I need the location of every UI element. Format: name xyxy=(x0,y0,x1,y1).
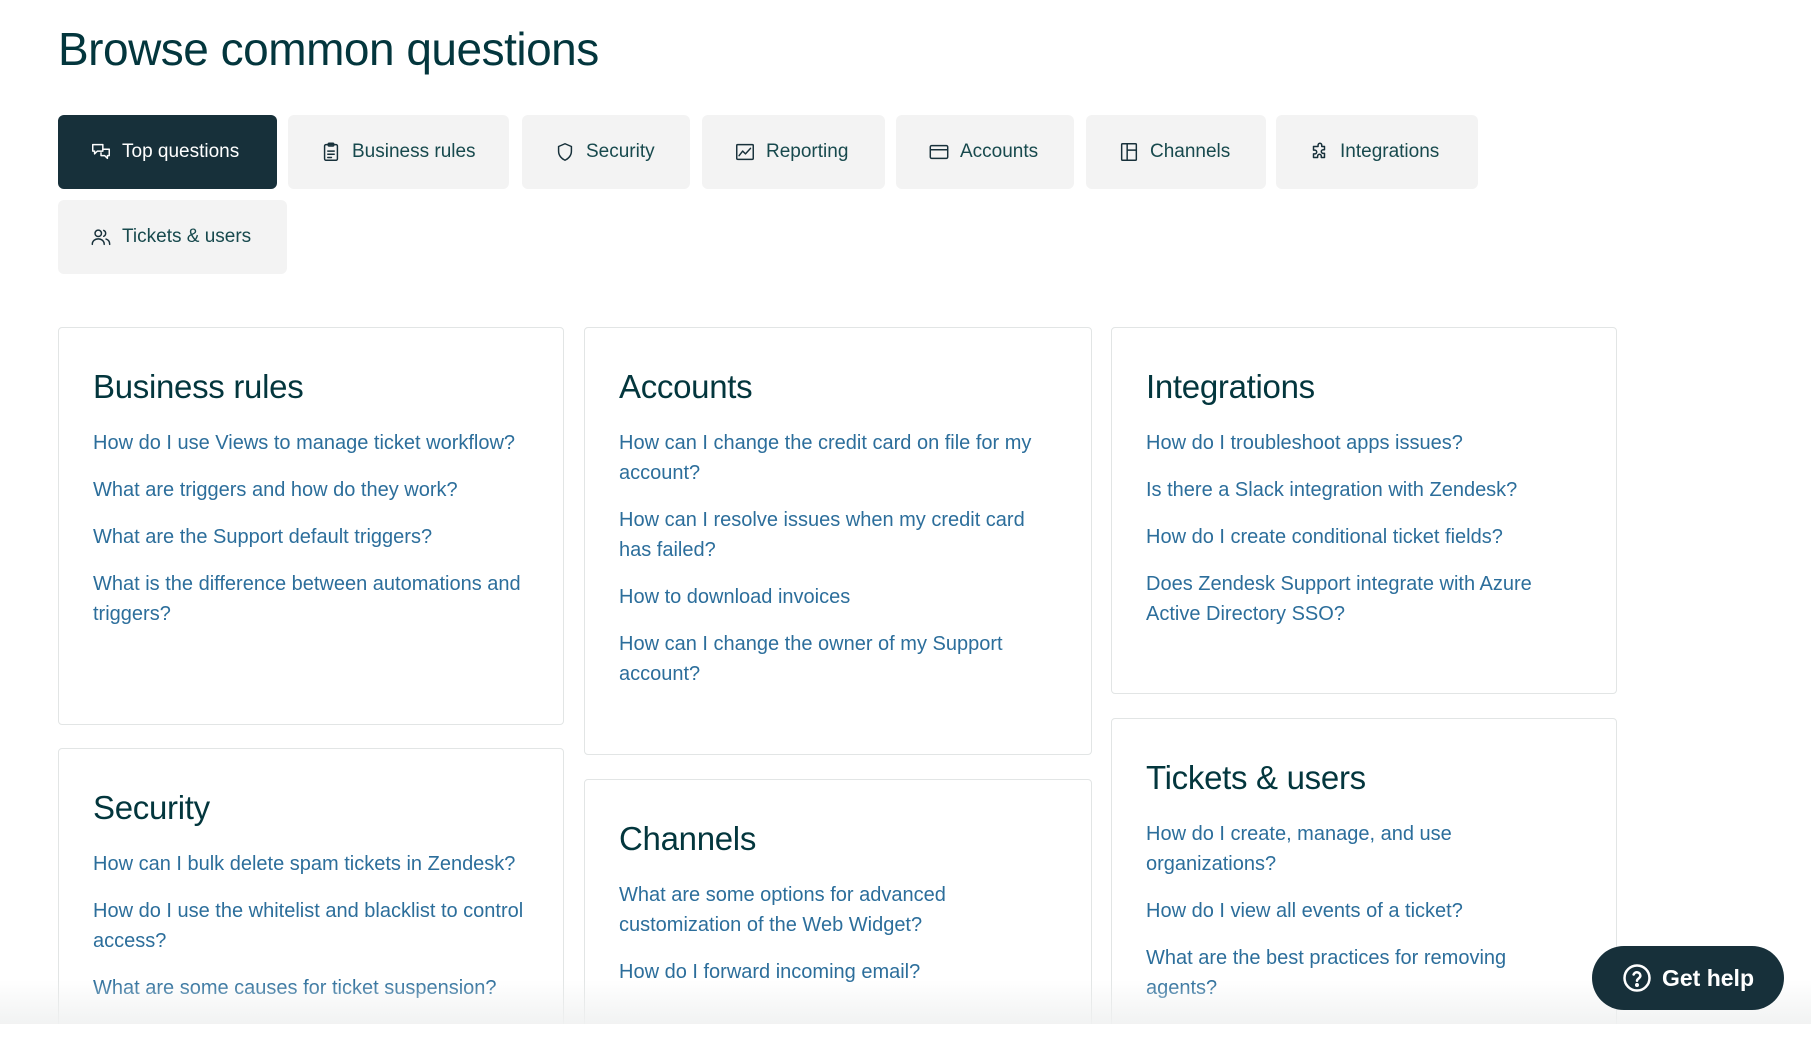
question-link[interactable]: How can I change the owner of my Support… xyxy=(619,633,1003,685)
tab-reporting[interactable]: Reporting xyxy=(702,115,885,189)
users-icon xyxy=(91,229,111,246)
list-item: How do I use Views to manage ticket work… xyxy=(93,428,529,458)
get-help-label: Get help xyxy=(1661,964,1754,991)
question-link[interactable]: How can I change the credit card on file… xyxy=(619,432,1031,484)
tab-integrations[interactable]: Integrations xyxy=(1276,115,1478,189)
question-link[interactable]: Is there a Slack integration with Zendes… xyxy=(1146,479,1517,501)
list-item: How do I create, manage, and use organiz… xyxy=(1146,819,1582,879)
viewport: Browse common questions Top questions Bu… xyxy=(0,0,1811,1024)
list-item: How can I change the credit card on file… xyxy=(619,428,1057,488)
question-link[interactable]: How do I use Views to manage ticket work… xyxy=(93,432,515,454)
tab-tickets-users[interactable]: Tickets & users xyxy=(58,200,287,274)
question-link[interactable]: How can I bulk delete spam tickets in Ze… xyxy=(93,853,515,875)
list-item: What are some options for advanced custo… xyxy=(619,880,1057,940)
list-item: Does Zendesk Support integrate with Azur… xyxy=(1146,569,1582,629)
list-item: What are some causes for ticket suspensi… xyxy=(93,973,529,1003)
question-link[interactable]: How do I create conditional ticket field… xyxy=(1146,526,1503,548)
tab-accounts[interactable]: Accounts xyxy=(896,115,1074,189)
list-item: What are the best practices for removing… xyxy=(1146,943,1582,1003)
question-link[interactable]: What are triggers and how do they work? xyxy=(93,479,458,501)
question-link[interactable]: How do I troubleshoot apps issues? xyxy=(1146,432,1463,454)
list-item: Is there a Slack integration with Zendes… xyxy=(1146,475,1582,505)
shield-icon xyxy=(557,143,573,161)
list-item: How do I create conditional ticket field… xyxy=(1146,522,1582,552)
chart-icon xyxy=(736,143,754,161)
card-title: Channels xyxy=(619,820,757,857)
list-item: What is the difference between automatio… xyxy=(93,569,529,629)
card-tickets-users: Tickets & users How do I create, manage,… xyxy=(1111,718,1617,1024)
tab-label: Business rules xyxy=(352,141,476,162)
tab-business-rules[interactable]: Business rules xyxy=(288,115,509,189)
credit-card-icon xyxy=(929,144,949,160)
list-item: How do I view all events of a ticket? xyxy=(1146,896,1582,926)
tab-label: Reporting xyxy=(766,141,849,162)
card-business-rules: Business rules How do I use Views to man… xyxy=(58,327,564,725)
list-item: How can I bulk delete spam tickets in Ze… xyxy=(93,849,529,879)
below-viewport xyxy=(0,1024,1811,1055)
card-title: Accounts xyxy=(619,368,753,405)
card-title: Integrations xyxy=(1146,368,1315,405)
card-title: Business rules xyxy=(93,368,304,405)
tab-label: Security xyxy=(586,141,655,162)
list-item: How to download invoices xyxy=(619,582,1057,612)
chat-bubbles-icon xyxy=(92,143,110,160)
question-link[interactable]: How do I create, manage, and use organiz… xyxy=(1146,823,1452,875)
tab-top-questions[interactable]: Top questions xyxy=(58,115,277,189)
link-list: How can I bulk delete spam tickets in Ze… xyxy=(93,849,529,1003)
question-link[interactable]: How to download invoices xyxy=(619,586,850,608)
tab-security[interactable]: Security xyxy=(522,115,690,189)
list-item: How can I change the owner of my Support… xyxy=(619,629,1057,689)
card-channels: Channels What are some options for advan… xyxy=(584,779,1092,1024)
list-item: How do I use the whitelist and blacklist… xyxy=(93,896,529,956)
list-item: How do I troubleshoot apps issues? xyxy=(1146,428,1582,458)
question-link[interactable]: What are some options for advanced custo… xyxy=(619,884,946,936)
tab-label: Top questions xyxy=(122,141,240,162)
card-title: Tickets & users xyxy=(1146,759,1366,796)
question-link[interactable]: What is the difference between automatio… xyxy=(93,573,521,625)
get-help-button[interactable]: Get help xyxy=(1592,946,1784,1010)
page: Browse common questions Top questions Bu… xyxy=(0,0,1811,1055)
page-title: Browse common questions xyxy=(58,23,599,75)
card-accounts: Accounts How can I change the credit car… xyxy=(584,327,1092,755)
question-link[interactable]: Does Zendesk Support integrate with Azur… xyxy=(1146,573,1532,625)
question-circle-icon xyxy=(1623,964,1651,992)
list-item: How do I forward incoming email? xyxy=(619,957,1057,987)
list-item: How can I resolve issues when my credit … xyxy=(619,505,1057,565)
card-integrations: Integrations How do I troubleshoot apps … xyxy=(1111,327,1617,694)
card-title: Security xyxy=(93,789,210,826)
tab-label: Integrations xyxy=(1340,141,1440,162)
list-item: What are the Support default triggers? xyxy=(93,522,529,552)
link-list: How can I change the credit card on file… xyxy=(619,428,1057,689)
question-link[interactable]: How do I use the whitelist and blacklist… xyxy=(93,900,523,952)
puzzle-icon xyxy=(1312,142,1326,159)
link-list: How do I create, manage, and use organiz… xyxy=(1146,819,1582,1003)
link-list: How do I troubleshoot apps issues? Is th… xyxy=(1146,428,1582,629)
question-link[interactable]: How can I resolve issues when my credit … xyxy=(619,509,1025,561)
list-item: What are triggers and how do they work? xyxy=(93,475,529,505)
tab-label: Accounts xyxy=(960,141,1039,162)
question-link[interactable]: How do I forward incoming email? xyxy=(619,961,920,983)
tab-label: Tickets & users xyxy=(122,226,252,247)
question-link[interactable]: What are the Support default triggers? xyxy=(93,526,432,548)
question-link[interactable]: What are the best practices for removing… xyxy=(1146,947,1506,999)
question-link[interactable]: What are some causes for ticket suspensi… xyxy=(93,977,497,999)
layout-icon xyxy=(1120,143,1138,161)
link-list: What are some options for advanced custo… xyxy=(619,880,1057,987)
tab-channels[interactable]: Channels xyxy=(1086,115,1266,189)
clipboard-icon xyxy=(323,142,339,161)
card-security: Security How can I bulk delete spam tick… xyxy=(58,748,564,1024)
tab-label: Channels xyxy=(1150,141,1231,162)
question-link[interactable]: How do I view all events of a ticket? xyxy=(1146,900,1463,922)
link-list: How do I use Views to manage ticket work… xyxy=(93,428,529,629)
